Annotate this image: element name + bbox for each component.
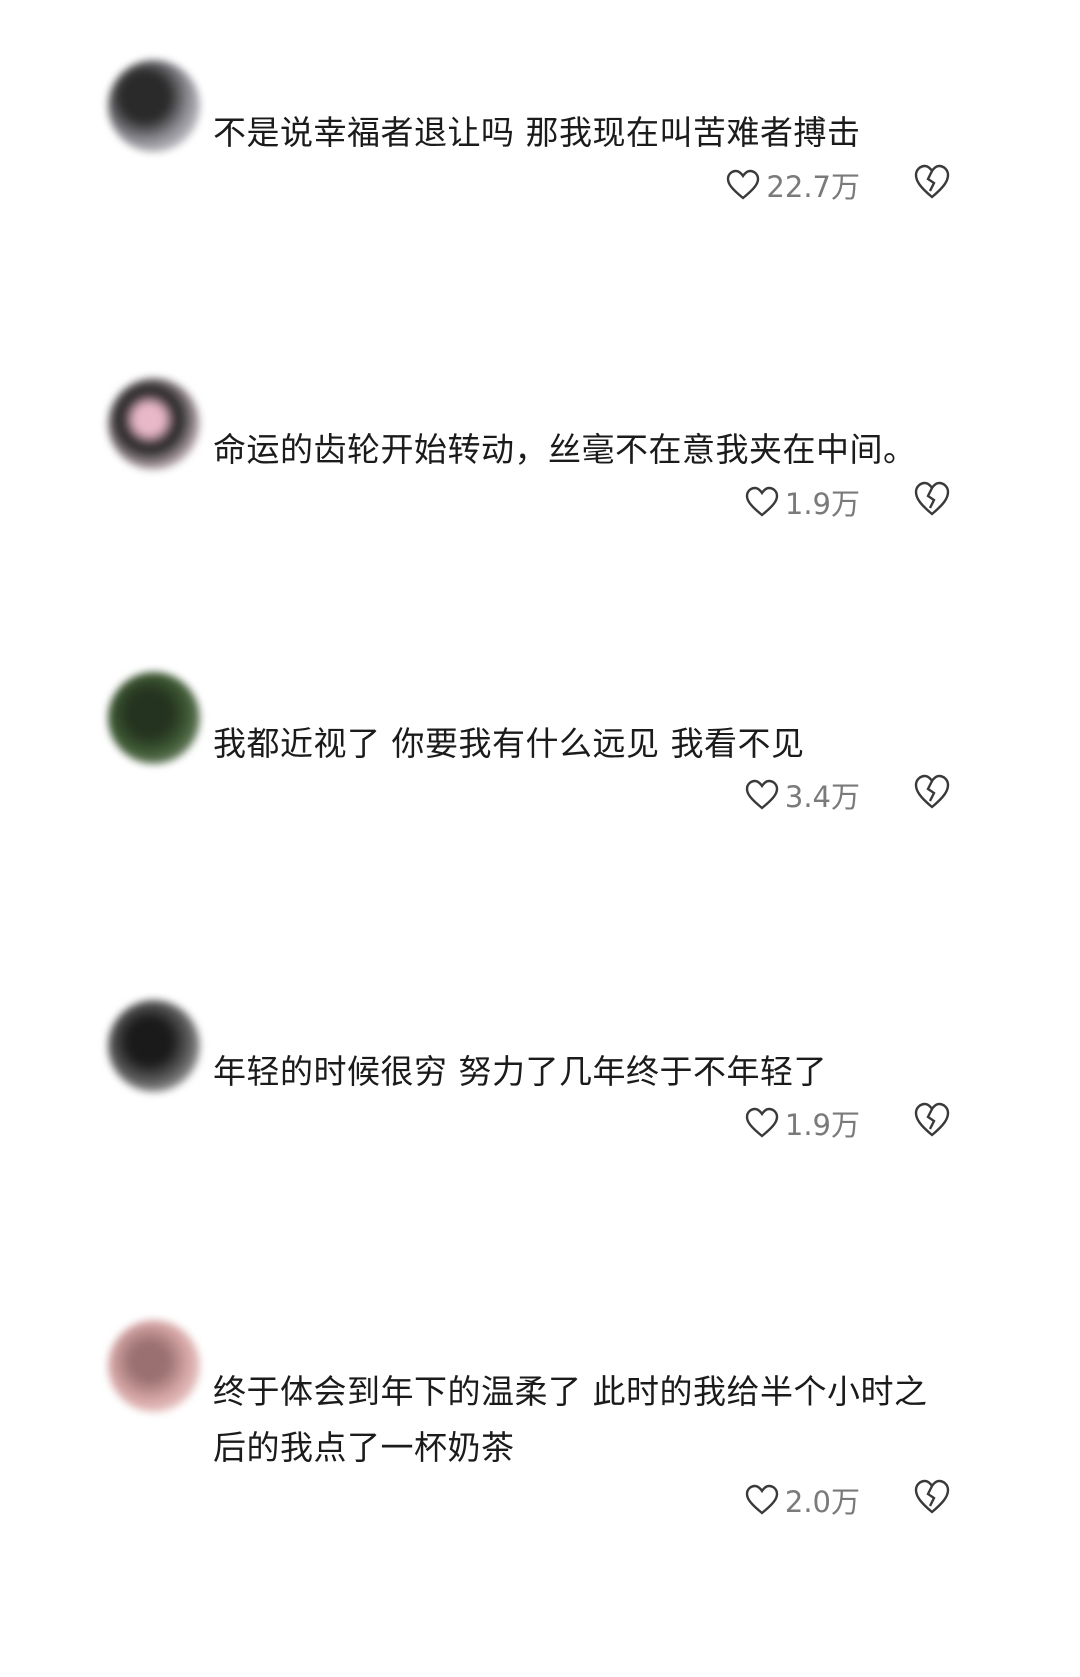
heart-outline-icon (745, 1484, 779, 1516)
broken-heart-icon (912, 1478, 956, 1516)
dislike-button[interactable] (912, 1478, 956, 1522)
comment-item: 终于体会到年下的温柔了 此时的我给半个小时之后的我点了一杯奶茶 2.0万 (0, 0, 1080, 1677)
like-count: 2.0万 (784, 1485, 860, 1519)
comment-text: 终于体会到年下的温柔了 此时的我给半个小时之后的我点了一杯奶茶 (213, 1372, 928, 1467)
avatar[interactable] (108, 1320, 200, 1412)
like-button[interactable]: 2.0万 (745, 1478, 860, 1522)
